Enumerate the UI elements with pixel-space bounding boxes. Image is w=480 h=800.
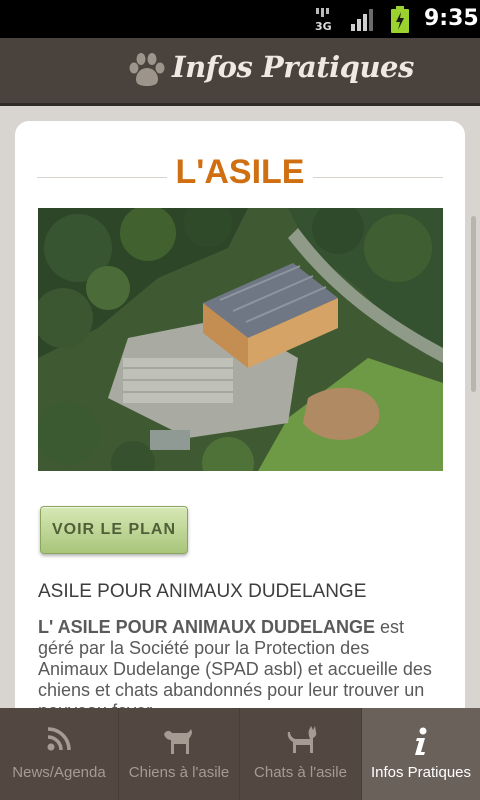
paw-icon (129, 53, 165, 86)
app-header: Infos Pratiques (0, 38, 480, 106)
signal-strength-icon (351, 9, 373, 31)
rss-icon (47, 727, 71, 751)
tab-label: Chats à l'asile (254, 764, 347, 781)
description-text: L' ASILE POUR ANIMAUX DUDELANGE est géré… (38, 617, 443, 708)
tab-label: Chiens à l'asile (128, 764, 230, 781)
tab-cats[interactable]: Chats à l'asile (240, 708, 361, 800)
tab-dogs[interactable]: Chiens à l'asile (119, 708, 239, 800)
bottom-tab-bar: News/Agenda Chiens à l'asile Chats à l'a… (0, 708, 480, 800)
info-icon (415, 727, 427, 755)
card-title: L'ASILE (175, 153, 305, 191)
cat-icon (287, 726, 316, 753)
info-card: L'ASILE VOIR LE PLAN ASILE POUR ANIMAUX … (15, 121, 465, 708)
tab-label: Infos Pratiques (370, 764, 472, 781)
page-title: Infos Pratiques (172, 50, 414, 84)
tab-infos-pratiques[interactable]: Infos Pratiques (362, 708, 480, 800)
clock: 9:35 (424, 6, 479, 31)
title-divider-right (313, 177, 443, 178)
tab-label: News/Agenda (12, 764, 106, 781)
3g-signal-icon: 3G (315, 8, 332, 32)
shelter-aerial-photo (38, 208, 443, 471)
scrollbar[interactable] (471, 216, 476, 392)
content-scroll-area[interactable]: L'ASILE VOIR LE PLAN ASILE POUR ANIMAUX … (0, 106, 480, 708)
section-heading: ASILE POUR ANIMAUX DUDELANGE (38, 581, 367, 602)
network-type-label: 3G (315, 20, 332, 32)
tab-news-agenda[interactable]: News/Agenda (0, 708, 118, 800)
status-bar: 3G 9:35 (0, 0, 480, 38)
view-plan-button[interactable]: VOIR LE PLAN (40, 506, 188, 554)
battery-charging-icon (391, 6, 409, 33)
dog-icon (164, 729, 192, 754)
description-bold: L' ASILE POUR ANIMAUX DUDELANGE (38, 617, 375, 637)
